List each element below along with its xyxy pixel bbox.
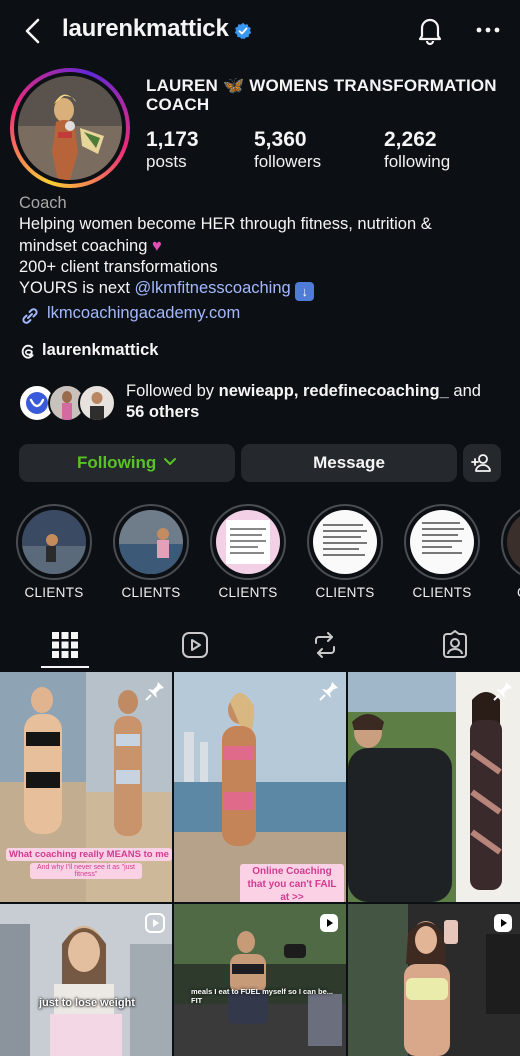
- add-user-icon: [471, 454, 491, 472]
- post-caption: What coaching really MEANS to me: [6, 848, 172, 861]
- highlight-label: CLIENTS: [121, 585, 181, 600]
- message-label: Message: [313, 453, 385, 472]
- post-thumbnail[interactable]: [348, 672, 520, 902]
- pinned-icon: [493, 682, 512, 701]
- posts-count[interactable]: 1,173 posts: [146, 128, 199, 172]
- followed-by-and: and: [453, 382, 481, 400]
- stat-value: 5,360: [254, 128, 307, 151]
- reel-icon: [320, 914, 338, 932]
- highlight-label: CLIENTS: [412, 585, 472, 600]
- post-caption: meals I eat to FUEL myself so I can be..…: [191, 987, 333, 1005]
- pinned-icon: [145, 682, 164, 701]
- bio-text: mindset coaching: [19, 236, 148, 255]
- highlight-item[interactable]: C: [501, 504, 520, 600]
- followers-count[interactable]: 5,360 followers: [254, 128, 321, 172]
- bio-line: 200+ client transformations: [19, 257, 218, 276]
- reel-icon: [494, 914, 512, 932]
- avatar: [78, 384, 116, 422]
- post-image: [348, 672, 520, 902]
- stat-value: 1,173: [146, 128, 199, 151]
- post-caption: Online Coaching that you can't FAIL at >…: [240, 864, 344, 902]
- reel-icon: [145, 913, 165, 933]
- highlight-label: CLIENTS: [24, 585, 84, 600]
- highlight-cover: [313, 510, 377, 574]
- bio-line: YOURS is next @lkmfitnesscoaching ↓: [19, 278, 509, 302]
- bio-mention-link[interactable]: @lkmfitnesscoaching: [135, 279, 291, 297]
- post-subcaption: And why I'll never see it as "just fitne…: [30, 863, 142, 879]
- following-button[interactable]: Following: [19, 444, 235, 482]
- stat-value: 2,262: [384, 128, 437, 151]
- followed-by-others: 56 others: [126, 403, 200, 421]
- profile-username: laurenkmattick: [62, 15, 229, 42]
- threads-icon: [21, 344, 34, 359]
- followed-by-text[interactable]: Followed by newieapp, redefinecoaching_ …: [126, 381, 506, 423]
- reels-icon[interactable]: [180, 630, 210, 660]
- stat-label: followers: [254, 152, 322, 171]
- profile-full-name: LAUREN 🦋 WOMENS TRANSFORMATION COACH: [146, 76, 497, 114]
- highlight-cover: [507, 510, 520, 574]
- post-thumbnail[interactable]: meals I eat to FUEL myself so I can be..…: [174, 904, 346, 1056]
- mutual-followers-avatars[interactable]: [18, 384, 118, 422]
- followed-by-names: newieapp, redefinecoaching_: [218, 382, 449, 400]
- pinned-icon: [319, 682, 338, 701]
- profile-bio: Coach Helping women become HER through f…: [19, 193, 509, 302]
- post-caption: just to lose weight: [39, 997, 135, 1009]
- highlight-label: C: [501, 585, 520, 600]
- suggested-users-button[interactable]: [463, 444, 501, 482]
- reposts-icon[interactable]: [310, 630, 340, 660]
- highlight-cover: [410, 510, 474, 574]
- message-button[interactable]: Message: [241, 444, 457, 482]
- stat-label: posts: [146, 152, 187, 171]
- posts-grid: What coaching really MEANS to me And why…: [0, 672, 520, 1056]
- post-thumbnail[interactable]: Online Coaching that you can't FAIL at >…: [174, 672, 346, 902]
- active-tab-indicator: [41, 666, 89, 668]
- stat-label: following: [384, 152, 451, 171]
- profile-tabs: [0, 622, 520, 670]
- external-link-text: lkmcoachingacademy.com: [47, 304, 241, 322]
- pink-heart-icon: ♥: [152, 236, 162, 255]
- post-thumbnail[interactable]: just to lose weight: [0, 904, 172, 1056]
- chevron-down-icon: [164, 458, 177, 465]
- profile-avatar[interactable]: [18, 76, 122, 180]
- verified-badge-icon: [234, 22, 252, 40]
- highlight-cover: [22, 510, 86, 574]
- highlight-item[interactable]: CLIENTS: [307, 504, 385, 600]
- post-thumbnail[interactable]: [348, 904, 520, 1056]
- link-icon: [22, 308, 38, 324]
- followed-by-prefix: Followed by: [126, 382, 215, 400]
- highlight-item[interactable]: CLIENTS: [210, 504, 288, 600]
- grid-icon[interactable]: [50, 630, 80, 660]
- highlight-cover: [216, 510, 280, 574]
- bio-line: Helping women become HER through fitness…: [19, 215, 432, 234]
- highlight-item[interactable]: CLIENTS: [16, 504, 94, 600]
- bell-icon[interactable]: [414, 14, 446, 46]
- threads-handle: laurenkmattick: [42, 341, 159, 359]
- bio-line: mindset coaching ♥: [19, 236, 509, 257]
- post-thumbnail[interactable]: What coaching really MEANS to me And why…: [0, 672, 172, 902]
- highlight-label: CLIENTS: [315, 585, 375, 600]
- highlight-item[interactable]: CLIENTS: [113, 504, 191, 600]
- top-bar: laurenkmattick: [0, 0, 520, 60]
- more-icon[interactable]: [474, 18, 502, 42]
- following-label: Following: [76, 453, 157, 472]
- back-chevron-icon[interactable]: [18, 14, 48, 48]
- following-count[interactable]: 2,262 following: [384, 128, 450, 172]
- down-arrow-icon: ↓: [295, 282, 315, 302]
- bio-text: YOURS is next: [19, 279, 130, 298]
- profile-category: Coach: [19, 194, 67, 212]
- highlight-item[interactable]: CLIENTS: [404, 504, 482, 600]
- highlight-cover: [119, 510, 183, 574]
- tagged-icon[interactable]: [440, 630, 470, 660]
- highlight-label: CLIENTS: [218, 585, 278, 600]
